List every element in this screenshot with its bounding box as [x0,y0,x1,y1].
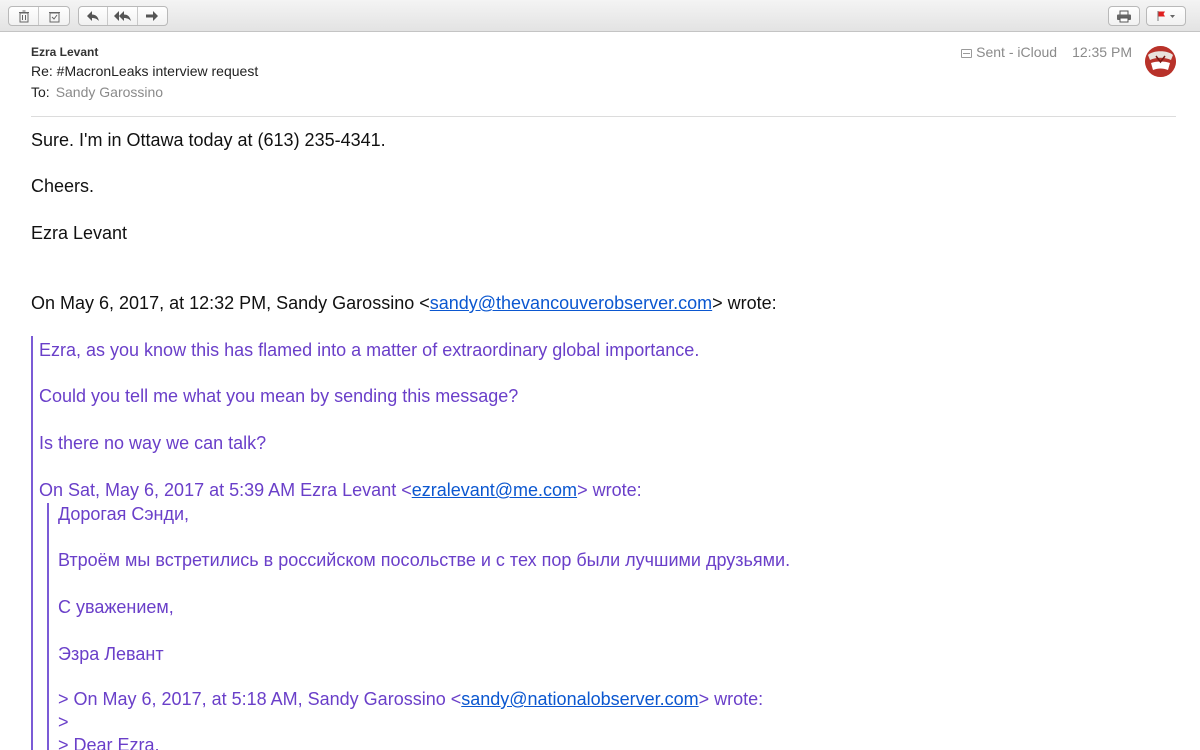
print-group [1108,6,1140,26]
quote2-signature: Эзра Левант [58,644,164,664]
quote2-attribution: > On May 6, 2017, at 5:18 AM, Sandy Garo… [58,689,763,710]
quote2-body: Втроём мы встретились в российском посол… [58,550,791,570]
print-button[interactable] [1109,7,1139,25]
message-meta: Sent - iCloud 12:35 PM [961,44,1132,60]
quote2-greeting: Дорогая Сэнди, [58,504,190,524]
quote1-line-3: Is there no way we can talk? [39,433,267,453]
reply-all-icon [113,11,131,21]
quote2-closing: С уважением, [58,597,174,617]
to-label: To: [31,84,50,100]
reply-group [78,6,168,26]
quote-bar-level-1 [31,336,33,750]
junk-icon [48,11,60,22]
attribution-text: On Sat, May 6, 2017 at 5:39 AM Ezra Leva… [39,480,412,500]
sender-avatar [1145,46,1176,77]
flag-button[interactable] [1147,7,1185,25]
print-icon [1117,10,1131,22]
quote1-attribution: On Sat, May 6, 2017 at 5:39 AM Ezra Leva… [39,480,642,501]
quote1-line-1: Ezra, as you know this has flamed into a… [39,340,700,360]
reply-button[interactable] [79,7,109,25]
trash-button[interactable] [9,7,40,25]
recipient-name[interactable]: Sandy Garossino [56,84,163,100]
flag-icon [1157,11,1175,21]
reply-all-button[interactable] [108,7,138,25]
national-observer-email-link[interactable]: sandy@nationalobserver.com [461,689,698,709]
junk-button[interactable] [39,7,69,25]
body-line-cheers: Cheers. [31,176,95,196]
attribution-suffix: > wrote: [698,689,764,709]
quote-attribution: On May 6, 2017, at 12:32 PM, Sandy Garos… [31,293,777,314]
flag-group [1146,6,1186,26]
mailbox-name: Sent - iCloud [976,44,1058,60]
body-signature: Ezra Levant [31,223,128,243]
quote2-empty-line: > [58,712,69,732]
attribution-text: > On May 6, 2017, at 5:18 AM, Sandy Garo… [58,689,462,709]
forward-button[interactable] [138,7,167,25]
trash-icon [18,10,29,22]
header-divider [31,116,1176,117]
quote2-dear-line: > Dear Ezra, [58,735,160,750]
attribution-text: On May 6, 2017, at 12:32 PM, Sandy Garos… [31,293,430,313]
mailbox-icon [961,48,973,58]
forward-icon [146,11,159,21]
message-time: 12:35 PM [1072,44,1132,60]
sender-email-link[interactable]: sandy@thevancouverobserver.com [430,293,712,313]
toolbar [0,0,1200,32]
delete-group [8,6,70,26]
attribution-suffix: > wrote: [712,293,777,313]
quote-bar-level-2 [47,503,49,750]
ezra-email-link[interactable]: ezralevant@me.com [412,480,577,500]
quote1-line-2: Could you tell me what you mean by sendi… [39,386,519,406]
sender-name: Ezra Levant [31,45,99,59]
attribution-suffix: > wrote: [577,480,642,500]
recipient-row: To: Sandy Garossino [31,84,163,100]
subject-line: Re: #MacronLeaks interview request [31,63,259,79]
reply-icon [87,11,100,21]
body-line-phone: Sure. I'm in Ottawa today at (613) 235-4… [31,130,386,150]
